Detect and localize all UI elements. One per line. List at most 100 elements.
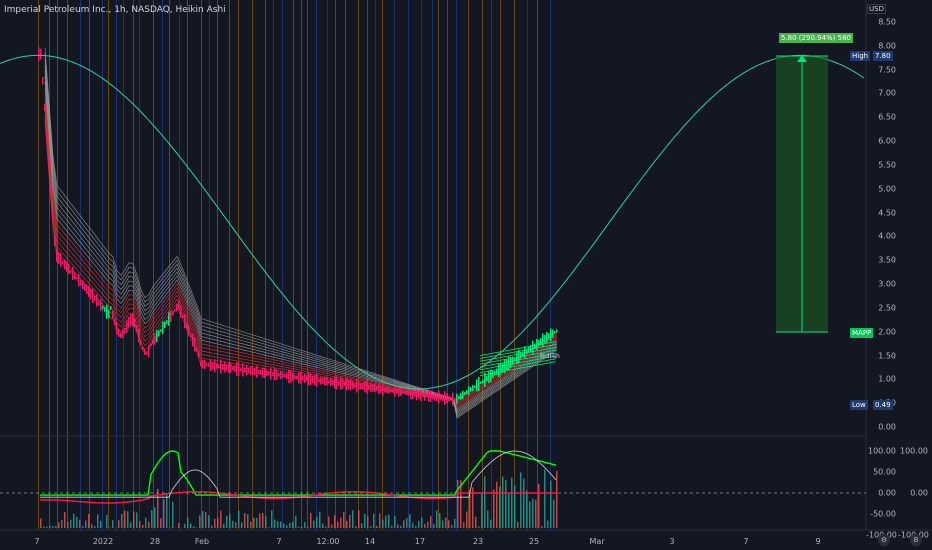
session-band bbox=[187, 0, 188, 530]
session-band bbox=[447, 0, 448, 530]
price-tick: 8.00 bbox=[878, 41, 896, 51]
osc-bar bbox=[304, 522, 306, 528]
candle bbox=[476, 379, 478, 392]
osc-bar bbox=[430, 516, 432, 528]
candle bbox=[38, 47, 40, 62]
osc-bar bbox=[334, 515, 336, 528]
osc-bar bbox=[118, 520, 120, 528]
time-tick: Mar bbox=[589, 537, 605, 546]
osc-bar bbox=[388, 514, 390, 528]
candle bbox=[506, 359, 508, 371]
candle bbox=[406, 390, 408, 396]
osc-bar bbox=[403, 520, 405, 528]
osc-bar bbox=[235, 522, 237, 528]
candle bbox=[478, 376, 480, 392]
candle bbox=[288, 369, 290, 384]
osc-bar bbox=[400, 525, 402, 528]
candle bbox=[206, 363, 208, 366]
candle bbox=[462, 390, 464, 400]
osc-bar bbox=[112, 520, 114, 528]
candle bbox=[542, 333, 544, 348]
candle bbox=[368, 384, 370, 391]
candle bbox=[530, 344, 532, 353]
candle bbox=[126, 320, 128, 333]
osc-bar bbox=[55, 526, 57, 528]
candle bbox=[244, 367, 246, 373]
candle bbox=[548, 333, 550, 340]
candles bbox=[38, 47, 558, 406]
candle bbox=[270, 367, 272, 380]
price-tick: 8.50 bbox=[878, 17, 896, 27]
settings-icon[interactable]: ⚙ bbox=[878, 534, 890, 546]
price-tick: 1.00 bbox=[878, 374, 896, 384]
candle bbox=[460, 392, 462, 400]
candle bbox=[150, 343, 152, 347]
candle bbox=[358, 382, 360, 390]
osc-bar bbox=[529, 501, 531, 528]
high-value: 7.80 bbox=[873, 51, 893, 61]
candle bbox=[390, 388, 392, 393]
osc-bar bbox=[433, 524, 435, 528]
candle bbox=[242, 363, 244, 377]
candle bbox=[322, 377, 324, 385]
osc-bar bbox=[52, 525, 54, 528]
candle bbox=[52, 209, 54, 220]
osc-bar bbox=[406, 518, 408, 528]
candle bbox=[524, 346, 526, 360]
osc-bar bbox=[373, 513, 375, 528]
time-tick: 7 bbox=[743, 537, 749, 546]
osc-bar bbox=[124, 510, 126, 528]
osc-bar bbox=[49, 525, 51, 528]
candle bbox=[120, 332, 122, 338]
osc-bar bbox=[154, 507, 156, 528]
osc-tick: 0.00 bbox=[878, 488, 896, 498]
osc-bar bbox=[427, 521, 429, 528]
osc-bar bbox=[214, 518, 216, 528]
candle bbox=[472, 384, 474, 392]
session-band bbox=[217, 0, 218, 530]
candle bbox=[174, 309, 176, 312]
candle bbox=[200, 361, 202, 367]
candle bbox=[40, 48, 42, 60]
low-label: Low bbox=[850, 400, 868, 410]
candle bbox=[402, 390, 404, 394]
osc-bar bbox=[493, 489, 495, 528]
candle bbox=[314, 374, 316, 386]
logo-icon[interactable]: B bbox=[910, 534, 922, 546]
session-band bbox=[238, 0, 239, 530]
price-tick: 7.50 bbox=[878, 65, 896, 75]
candle bbox=[552, 329, 554, 338]
candle bbox=[114, 318, 116, 325]
osc-bar bbox=[97, 514, 99, 528]
time-tick: 17 bbox=[414, 537, 426, 546]
session-band bbox=[537, 0, 538, 530]
osc-bar bbox=[259, 513, 261, 528]
candle bbox=[454, 397, 456, 402]
osc-bar bbox=[541, 525, 543, 528]
osc-bar bbox=[442, 520, 444, 528]
candle bbox=[404, 390, 406, 394]
candle bbox=[296, 375, 298, 380]
session-band bbox=[201, 0, 202, 530]
session-band bbox=[327, 0, 328, 530]
osc-bar bbox=[340, 517, 342, 528]
osc-bar bbox=[550, 480, 552, 528]
candle bbox=[184, 313, 186, 329]
candle bbox=[482, 379, 484, 383]
osc-bar bbox=[46, 526, 48, 528]
osc-bar bbox=[316, 516, 318, 528]
osc-bar bbox=[328, 516, 330, 528]
osc-bar bbox=[436, 510, 438, 528]
candle bbox=[230, 363, 232, 373]
osc-bar bbox=[82, 526, 84, 528]
candle bbox=[92, 288, 94, 304]
candle bbox=[202, 359, 204, 369]
measure-label[interactable]: 5.80 (290.94%) 580 bbox=[779, 33, 854, 43]
candle bbox=[68, 263, 70, 275]
candle bbox=[266, 370, 268, 377]
candle bbox=[194, 337, 196, 352]
candle bbox=[504, 359, 506, 374]
currency-label: USD bbox=[867, 4, 886, 14]
candle bbox=[90, 288, 92, 299]
chart-canvas[interactable] bbox=[0, 0, 932, 550]
